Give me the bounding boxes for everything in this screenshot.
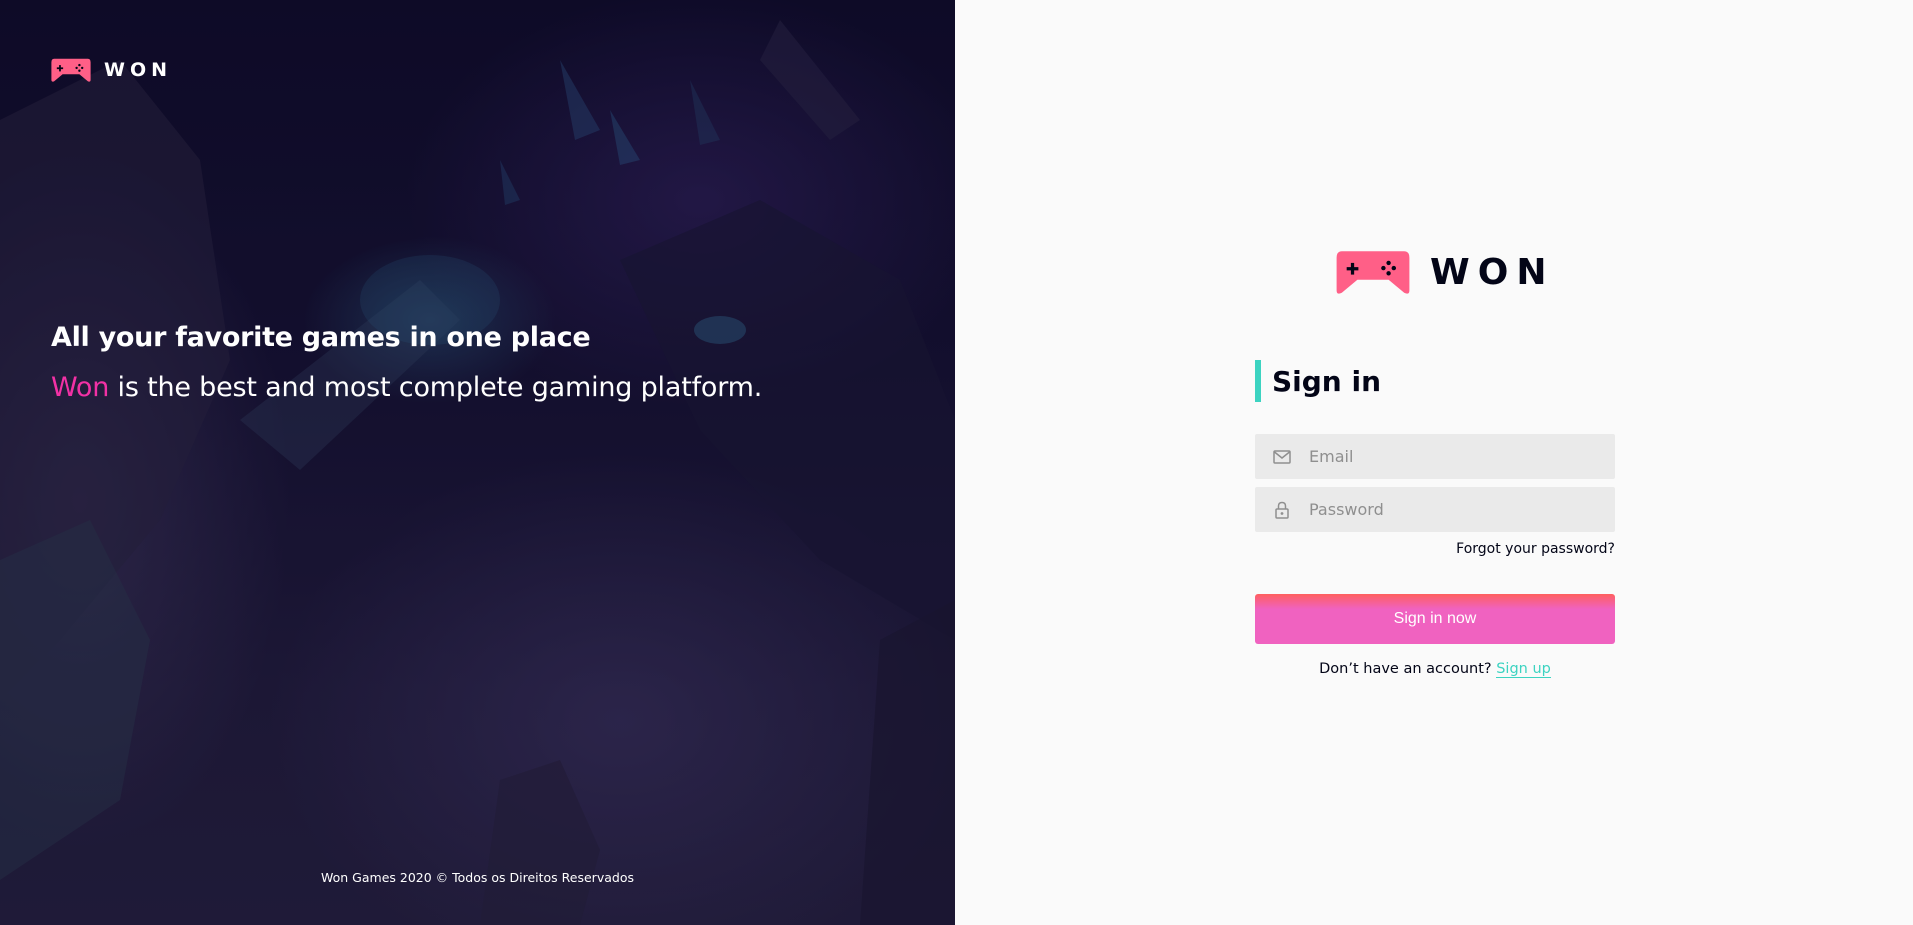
gamepad-icon [1336,251,1410,294]
signin-button[interactable]: Sign in now [1255,594,1615,644]
signup-prompt: Don’t have an account? [1319,661,1497,677]
signin-panel: WON Sign in Forgot your password? Sign i… [955,0,1913,925]
signin-title: Sign in [1255,360,1381,402]
banner-footer: Won Games 2020 © Todos os Direitos Reser… [321,870,634,885]
signup-row: Don’t have an account? Sign up [1255,661,1615,678]
gamepad-icon [51,58,91,82]
lock-icon [1273,501,1291,519]
signup-link[interactable]: Sign up [1496,661,1551,678]
banner-logo-text: WON [104,59,173,81]
banner-logo[interactable]: WON [50,56,172,84]
mail-icon [1273,448,1291,466]
panel-logo[interactable]: WON [1334,246,1554,298]
email-input[interactable] [1309,447,1599,466]
password-input[interactable] [1309,500,1599,519]
panel-logo-text: WON [1430,251,1555,293]
banner-subtitle-brand: Won [51,372,110,403]
banner: WON All your favorite games in one place… [0,0,955,925]
banner-subtitle: Won is the best and most complete gaming… [51,372,762,403]
banner-overlay [0,0,955,925]
banner-subtitle-text: is the best and most complete gaming pla… [109,372,763,403]
forgot-password-link[interactable]: Forgot your password? [1255,541,1615,557]
password-field[interactable] [1255,487,1615,532]
banner-heading: All your favorite games in one place [51,322,591,353]
email-field[interactable] [1255,434,1615,479]
